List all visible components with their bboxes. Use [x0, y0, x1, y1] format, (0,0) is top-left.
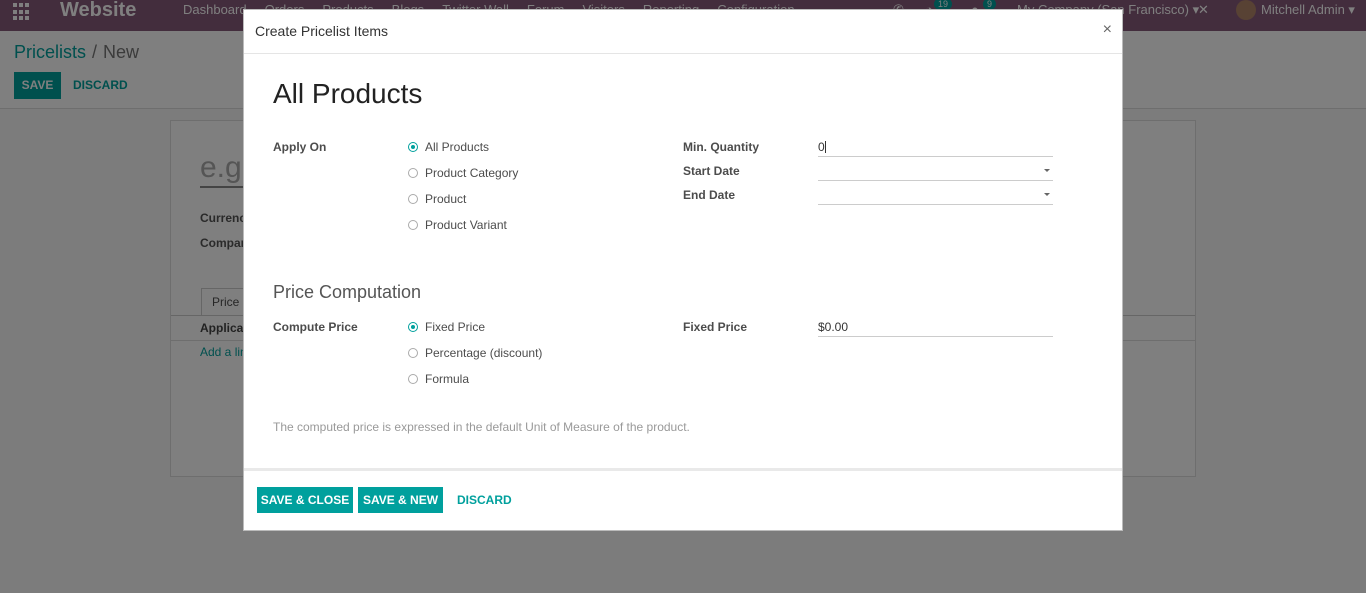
caret-down-icon[interactable]	[1044, 193, 1050, 196]
radio-unchecked-icon[interactable]	[408, 220, 418, 230]
close-icon[interactable]: ×	[1103, 22, 1112, 38]
price-computation-title: Price Computation	[273, 282, 422, 302]
apply-on-label: Apply On	[273, 140, 327, 154]
radio-product[interactable]: Product	[408, 192, 466, 206]
radio-product-variant[interactable]: Product Variant	[408, 218, 507, 232]
radio-all-products[interactable]: All Products	[408, 140, 489, 154]
fixed-price-label: Fixed Price	[683, 320, 748, 334]
fixed-price-input[interactable]: $0.00	[818, 315, 1053, 337]
min-quantity-input[interactable]: 0	[818, 135, 1053, 157]
radio-product-category[interactable]: Product Category	[408, 166, 518, 180]
radio-label: All Products	[425, 140, 490, 154]
start-date-label: Start Date	[683, 164, 740, 178]
radio-fixed-price[interactable]: Fixed Price	[408, 320, 485, 334]
end-date-input[interactable]	[818, 183, 1053, 205]
caret-down-icon[interactable]	[1044, 169, 1050, 172]
dialog-discard-button[interactable]: DISCARD	[457, 487, 512, 513]
radio-label: Product Variant	[425, 218, 507, 232]
modal-footer: SAVE & CLOSE SAVE & NEW DISCARD	[244, 468, 1122, 530]
radio-label: Formula	[425, 372, 470, 386]
text-cursor	[824, 141, 826, 153]
fixed-price-value: $0.00	[818, 320, 849, 334]
create-pricelist-items-dialog: Create Pricelist Items × All Products Ap…	[243, 9, 1123, 531]
radio-unchecked-icon[interactable]	[408, 168, 418, 178]
radio-label: Product Category	[425, 166, 519, 180]
radio-label: Fixed Price	[425, 320, 486, 334]
min-quantity-value: 0	[818, 140, 825, 154]
modal-body: All Products Apply On All Products Produ…	[244, 55, 1122, 468]
start-date-input[interactable]	[818, 159, 1053, 181]
uom-hint: The computed price is expressed in the d…	[273, 420, 690, 434]
radio-formula[interactable]: Formula	[408, 372, 469, 386]
end-date-label: End Date	[683, 188, 736, 202]
radio-checked-icon[interactable]	[408, 142, 418, 152]
radio-unchecked-icon[interactable]	[408, 374, 418, 384]
save-new-button[interactable]: SAVE & NEW	[358, 487, 443, 513]
radio-unchecked-icon[interactable]	[408, 194, 418, 204]
min-quantity-label: Min. Quantity	[683, 140, 759, 154]
radio-label: Percentage (discount)	[425, 346, 543, 360]
compute-price-label: Compute Price	[273, 320, 358, 334]
radio-label: Product	[425, 192, 467, 206]
radio-unchecked-icon[interactable]	[408, 348, 418, 358]
radio-checked-icon[interactable]	[408, 322, 418, 332]
modal-title: Create Pricelist Items	[255, 23, 389, 39]
radio-percentage-discount[interactable]: Percentage (discount)	[408, 346, 542, 360]
modal-header: Create Pricelist Items ×	[244, 10, 1122, 54]
save-close-button[interactable]: SAVE & CLOSE	[257, 487, 353, 513]
record-title: All Products	[273, 78, 423, 109]
